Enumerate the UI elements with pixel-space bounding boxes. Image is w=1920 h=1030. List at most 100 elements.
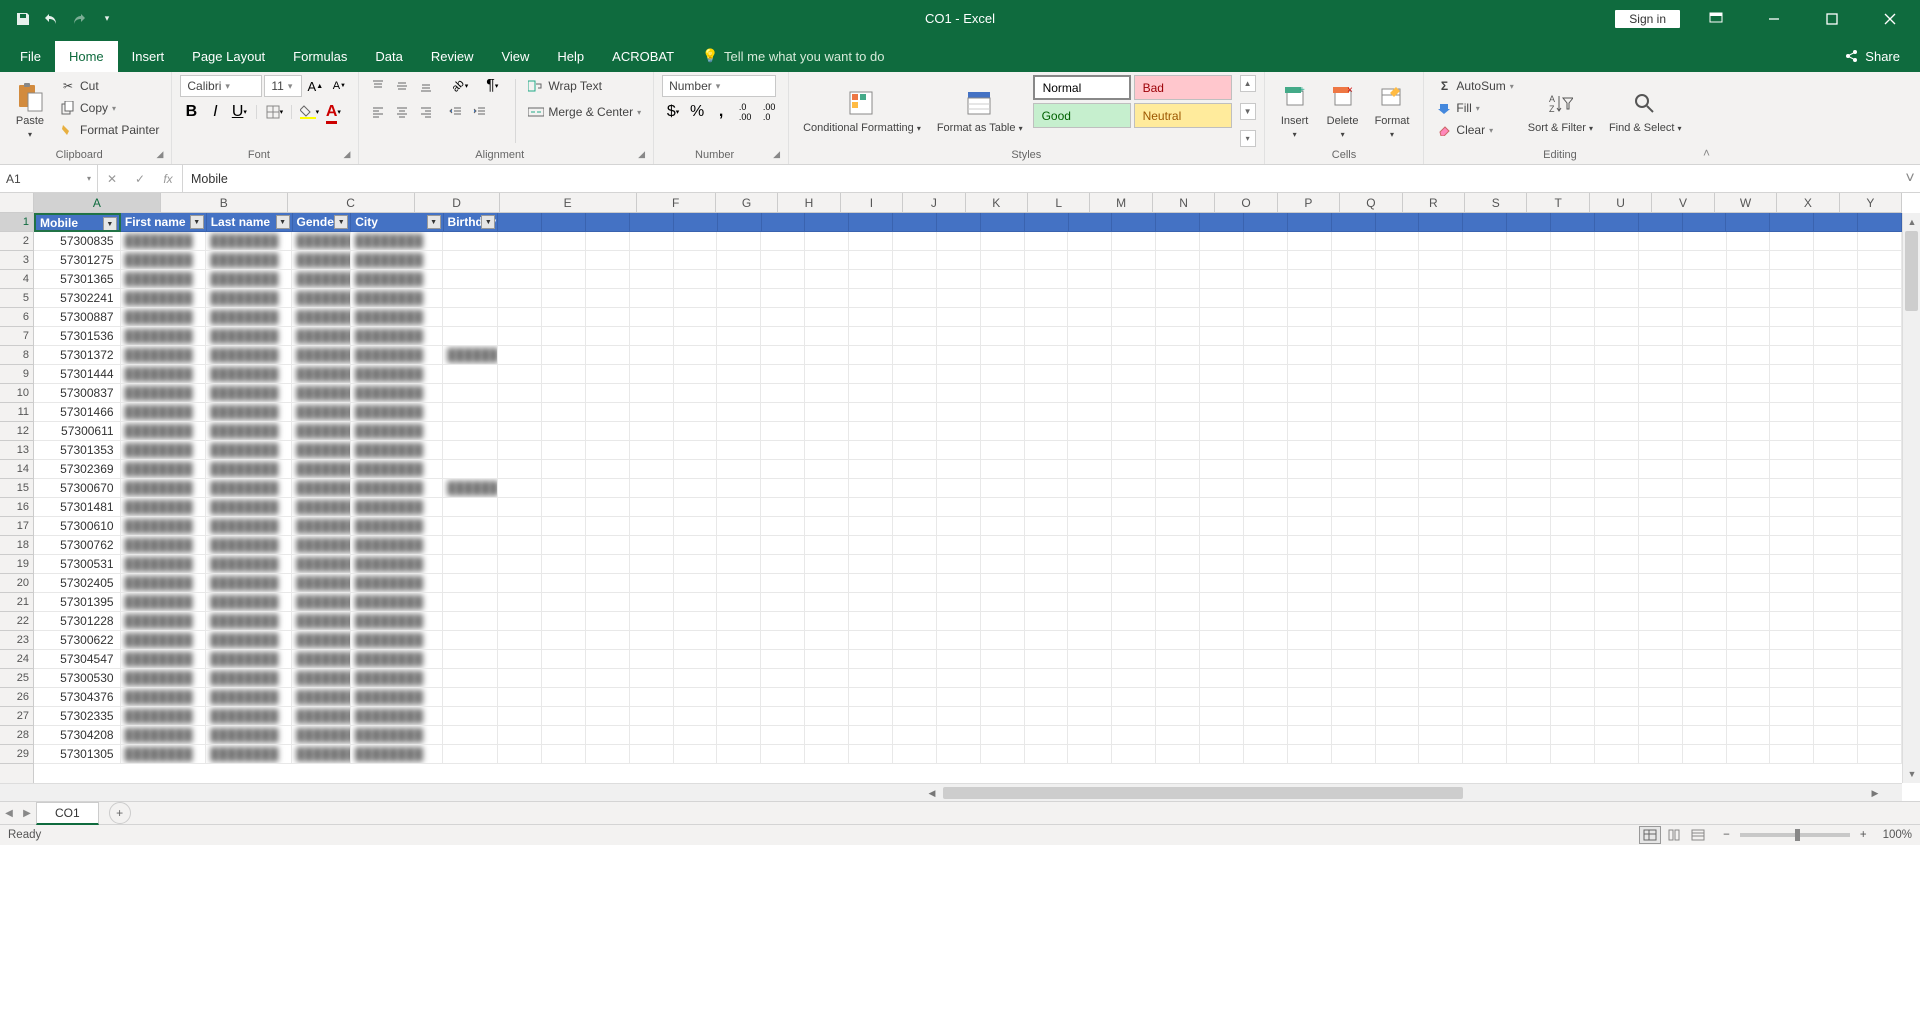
column-header-B[interactable]: B <box>161 193 288 212</box>
cell[interactable] <box>443 555 498 574</box>
cell[interactable] <box>893 479 937 498</box>
cell[interactable] <box>761 555 805 574</box>
cell-empty[interactable] <box>1727 384 1771 403</box>
cell[interactable] <box>937 498 981 517</box>
cell-empty[interactable] <box>1200 289 1244 308</box>
cell-empty[interactable] <box>1727 593 1771 612</box>
cell[interactable]: ████████ <box>121 327 207 346</box>
cell-empty[interactable] <box>1463 365 1507 384</box>
cell-empty[interactable] <box>1332 232 1376 251</box>
percent-format-button[interactable]: % <box>686 101 708 123</box>
cell-empty[interactable] <box>1727 745 1771 764</box>
cell[interactable] <box>542 517 586 536</box>
cell-empty[interactable] <box>1639 460 1683 479</box>
align-bottom-button[interactable] <box>415 75 437 97</box>
cell[interactable] <box>849 251 893 270</box>
header-cell-empty[interactable] <box>1595 213 1639 232</box>
cell-empty[interactable] <box>1551 631 1595 650</box>
cell-empty[interactable] <box>1025 251 1069 270</box>
cell-empty[interactable] <box>1376 726 1420 745</box>
cell-empty[interactable] <box>1727 688 1771 707</box>
row-header-5[interactable]: 5 <box>0 289 33 308</box>
cell[interactable]: ████████ <box>292 612 351 631</box>
cell-empty[interactable] <box>1639 232 1683 251</box>
cell-empty[interactable] <box>1156 479 1200 498</box>
cell-empty[interactable] <box>1332 327 1376 346</box>
cell-empty[interactable] <box>1068 631 1112 650</box>
cell-empty[interactable] <box>1727 669 1771 688</box>
style-normal[interactable]: Normal <box>1033 75 1131 100</box>
cell[interactable] <box>981 707 1025 726</box>
cell-empty[interactable] <box>1639 270 1683 289</box>
cell[interactable]: 57301481 <box>34 498 121 517</box>
cell[interactable] <box>630 669 674 688</box>
cell[interactable] <box>761 574 805 593</box>
cell[interactable] <box>674 251 718 270</box>
cell-empty[interactable] <box>1288 403 1332 422</box>
cell-empty[interactable] <box>1551 479 1595 498</box>
cell-empty[interactable] <box>1244 650 1288 669</box>
cell-empty[interactable] <box>1727 612 1771 631</box>
cell-empty[interactable] <box>1551 460 1595 479</box>
increase-indent-button[interactable] <box>469 101 491 123</box>
cell-empty[interactable] <box>1727 574 1771 593</box>
cell[interactable]: 57300610 <box>34 517 121 536</box>
cell-empty[interactable] <box>1068 726 1112 745</box>
cell[interactable] <box>717 232 761 251</box>
cell-empty[interactable] <box>1463 517 1507 536</box>
cell[interactable] <box>981 726 1025 745</box>
cell[interactable]: ████████ <box>121 612 207 631</box>
cell-empty[interactable] <box>1463 346 1507 365</box>
cell-empty[interactable] <box>1683 631 1727 650</box>
cell[interactable]: 57300530 <box>34 669 121 688</box>
cell[interactable] <box>805 745 849 764</box>
cell[interactable]: ████████ <box>292 289 351 308</box>
tab-insert[interactable]: Insert <box>118 41 179 72</box>
cell-empty[interactable] <box>1814 289 1858 308</box>
cell[interactable] <box>937 403 981 422</box>
cell-empty[interactable] <box>1727 365 1771 384</box>
cell-empty[interactable] <box>1156 631 1200 650</box>
cell[interactable] <box>586 441 630 460</box>
cell[interactable] <box>981 745 1025 764</box>
cell[interactable] <box>893 460 937 479</box>
cell[interactable] <box>717 593 761 612</box>
cell[interactable] <box>674 688 718 707</box>
cell-empty[interactable] <box>1507 745 1551 764</box>
tab-acrobat[interactable]: ACROBAT <box>598 41 688 72</box>
cell-empty[interactable] <box>1288 555 1332 574</box>
cell-empty[interactable] <box>1463 498 1507 517</box>
cell[interactable] <box>498 745 542 764</box>
cell[interactable] <box>937 479 981 498</box>
cell-empty[interactable] <box>1068 707 1112 726</box>
cell-empty[interactable] <box>1025 365 1069 384</box>
cell[interactable] <box>630 441 674 460</box>
cell-empty[interactable] <box>1332 365 1376 384</box>
cell[interactable] <box>761 384 805 403</box>
cell-empty[interactable] <box>1025 327 1069 346</box>
cell[interactable] <box>443 726 498 745</box>
column-header-F[interactable]: F <box>637 193 716 212</box>
cell-empty[interactable] <box>1200 593 1244 612</box>
cell[interactable]: ████████ <box>292 422 351 441</box>
cell[interactable] <box>674 745 718 764</box>
cell-empty[interactable] <box>1770 631 1814 650</box>
cell[interactable] <box>586 517 630 536</box>
cell-empty[interactable] <box>1551 688 1595 707</box>
cell[interactable]: ████████ <box>121 593 207 612</box>
cell-empty[interactable] <box>1727 232 1771 251</box>
cell[interactable] <box>498 346 542 365</box>
cell[interactable] <box>443 441 498 460</box>
cell-empty[interactable] <box>1595 289 1639 308</box>
cell[interactable] <box>761 270 805 289</box>
cell[interactable] <box>805 536 849 555</box>
cell-empty[interactable] <box>1814 403 1858 422</box>
cell[interactable] <box>717 251 761 270</box>
cell[interactable]: ████████ <box>121 536 207 555</box>
cell-empty[interactable] <box>1507 441 1551 460</box>
cell-empty[interactable] <box>1332 251 1376 270</box>
cell-empty[interactable] <box>1025 517 1069 536</box>
header-cell[interactable] <box>498 213 542 232</box>
cell[interactable] <box>542 707 586 726</box>
cell-empty[interactable] <box>1683 251 1727 270</box>
